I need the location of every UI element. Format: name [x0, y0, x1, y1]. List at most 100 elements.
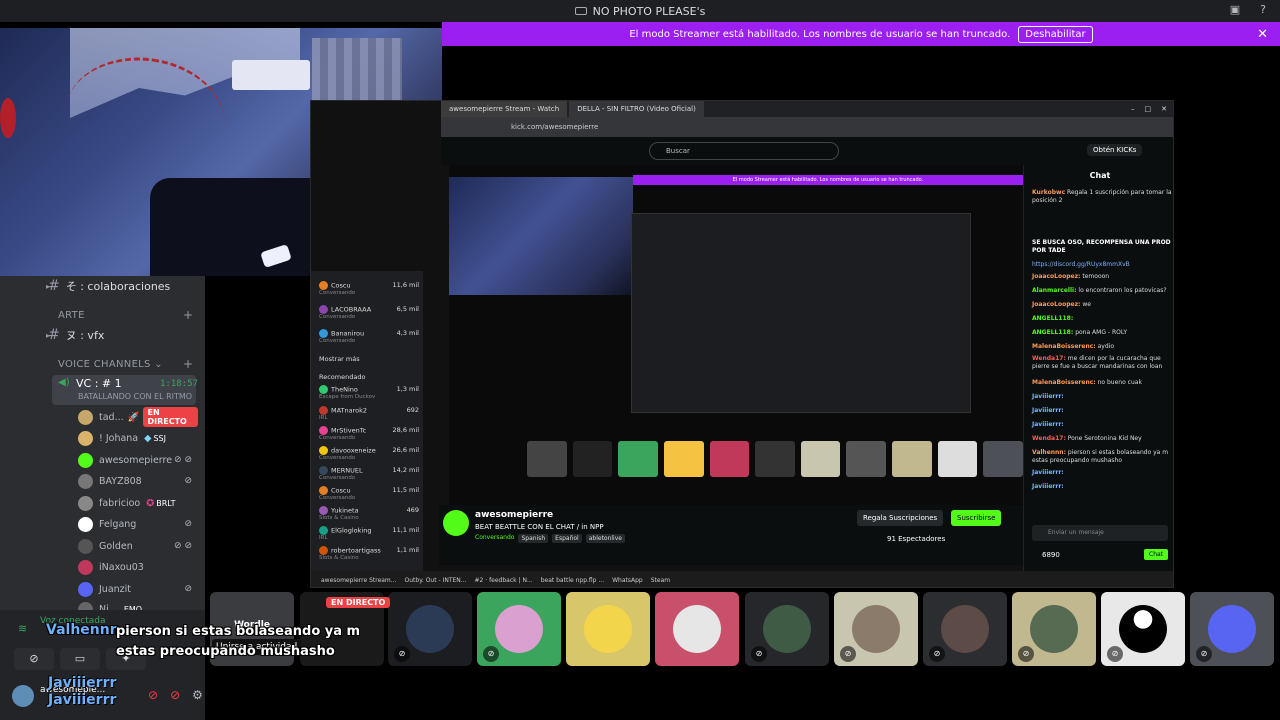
- text-channel[interactable]: ▸ # そ : colaboraciones: [46, 278, 170, 294]
- sidebar-channel[interactable]: LACOBRAAA 6,5 mil Conversando: [319, 305, 423, 320]
- voice-member[interactable]: fabricioo ✪ BRLT: [78, 494, 198, 512]
- kick-search-input[interactable]: Buscar: [649, 142, 839, 160]
- chat-message: Javiiierrr:: [1032, 407, 1064, 414]
- chat-panel: Chat Kurkobwc Regala 1 suscripción para …: [1023, 165, 1173, 571]
- muted-icon: ⊘ ⊘: [174, 541, 192, 551]
- live-badge: EN DIRECTO: [143, 407, 198, 427]
- screen-share-button[interactable]: ▭: [60, 648, 100, 670]
- chat-send-button[interactable]: Chat: [1144, 549, 1169, 560]
- show-more-link[interactable]: Mostrar más: [319, 355, 423, 363]
- avatar: [78, 581, 93, 597]
- voice-channel[interactable]: ◀) VC : # 1 1:18:57 BATALLANDO CON EL RI…: [52, 375, 198, 405]
- taskbar-item[interactable]: Outby. Out - INTEN...: [405, 577, 467, 584]
- participant-tile[interactable]: ⊘: [834, 592, 918, 666]
- participant-tile[interactable]: ⊘: [745, 592, 829, 666]
- sidebar-channel[interactable]: Coscu 11,6 mil Conversando: [319, 281, 423, 296]
- tag[interactable]: Español: [552, 534, 582, 543]
- taskbar-item[interactable]: WhatsApp: [612, 577, 643, 584]
- add-channel-icon[interactable]: +: [183, 308, 193, 322]
- sidebar-channel[interactable]: robertoartigass 1,1 mil Slots & Casino: [319, 546, 423, 561]
- close-icon[interactable]: ✕: [1161, 105, 1167, 113]
- minimize-icon[interactable]: –: [1131, 105, 1135, 113]
- participant-tile[interactable]: ⊘: [388, 592, 472, 666]
- channel-avatar[interactable]: [443, 510, 469, 536]
- tag[interactable]: Spanish: [518, 534, 549, 543]
- voice-channel-name: VC : # 1: [76, 377, 122, 390]
- subscribe-button[interactable]: Suscribirse: [951, 510, 1002, 526]
- text-channel[interactable]: ▸ # ヌ : vfx: [46, 327, 104, 343]
- windows-taskbar: awesomepierre Stream... Outby. Out - INT…: [311, 571, 1173, 587]
- chat-input[interactable]: Enviar un mensaje: [1032, 525, 1168, 541]
- user-avatar[interactable]: [12, 685, 34, 707]
- title-bar: NO PHOTO PLEASE's ▣ ?: [0, 0, 1280, 22]
- sidebar-channel[interactable]: Bananirou 4,3 mil Conversando: [319, 329, 423, 344]
- sidebar-channel[interactable]: MATnarok2 692 IRL: [319, 406, 423, 421]
- get-kicks-button[interactable]: Obtén KICKs: [1087, 144, 1143, 156]
- voice-member[interactable]: BAYZ808 ⊘: [78, 472, 198, 490]
- voice-member[interactable]: ! Johana ◆ SSJ: [78, 429, 198, 447]
- category-link[interactable]: Conversando: [475, 534, 514, 543]
- voice-member[interactable]: Golden ⊘ ⊘: [78, 537, 198, 555]
- participant-tile[interactable]: ⊘: [1101, 592, 1185, 666]
- avatar: [78, 430, 93, 446]
- sidebar-channel[interactable]: davooxeneize 26,6 mil Conversando: [319, 446, 423, 461]
- voice-member[interactable]: Felgang ⊘: [78, 515, 198, 533]
- close-icon[interactable]: ✕: [1257, 27, 1268, 42]
- sidebar-channel[interactable]: Coscu 11,5 mil Conversando: [319, 486, 423, 501]
- sidebar-channel[interactable]: ElGlogloking 11,1 mil IRL: [319, 526, 423, 541]
- browser-tab[interactable]: awesomepierre Stream - Watch: [441, 101, 568, 117]
- taskbar-item[interactable]: awesomepierre Stream...: [321, 577, 397, 584]
- muted-icon: ⊘ ⊘: [174, 455, 192, 465]
- chat-message: JoaacoLoopez: we: [1032, 301, 1091, 308]
- url-bar[interactable]: kick.com/awesomepierre: [441, 117, 1173, 137]
- chat-link[interactable]: https://discord.gg/RUyx8mmXvB: [1032, 261, 1172, 269]
- overlay-chat-user: Javiiierrr: [48, 692, 117, 708]
- sidebar-channel[interactable]: MERNUEL 14,2 mil Conversando: [319, 466, 423, 481]
- voice-member[interactable]: iNaxou03: [78, 558, 198, 576]
- add-channel-icon[interactable]: +: [183, 357, 193, 371]
- sidebar-channel[interactable]: MrStivenTc 28,6 mil Conversando: [319, 426, 423, 441]
- recommended-heading: Recomendado: [319, 373, 366, 381]
- participant-tile[interactable]: [655, 592, 739, 666]
- channel-name[interactable]: awesomepierre: [475, 510, 553, 520]
- voice-member[interactable]: tad... 🚀 EN DIRECTO: [78, 407, 198, 427]
- tag[interactable]: abletonlive: [585, 534, 625, 543]
- taskbar-item[interactable]: beat battle npp.flp ...: [541, 577, 604, 584]
- muted-icon: ⊘: [751, 646, 767, 662]
- taskbar-item[interactable]: Steam: [651, 577, 670, 584]
- voice-member[interactable]: awesomepierre ⊘ ⊘: [78, 451, 198, 469]
- sidebar-channel[interactable]: Yukineta 469 Slots & Casino: [319, 506, 423, 521]
- avatar: [78, 559, 93, 575]
- kick-sidebar: Coscu 11,6 mil Conversando LACOBRAAA 6,5 mi…: [311, 271, 423, 571]
- discord-icon: [1208, 605, 1256, 653]
- settings-icon[interactable]: ⚙: [192, 688, 203, 702]
- gift-subs-button[interactable]: Regala Suscripciones: [857, 510, 944, 526]
- chat-message: Javiiierrr:: [1032, 483, 1064, 490]
- chat-message: MalenaBoisserenc: aydio: [1032, 343, 1114, 350]
- disable-streamer-mode-button[interactable]: Deshabilitar: [1018, 25, 1093, 43]
- avatar: [1030, 605, 1078, 653]
- inbox-icon[interactable]: ▣: [1228, 3, 1242, 17]
- participant-tile[interactable]: ⊘: [923, 592, 1007, 666]
- participant-tile[interactable]: ⊘: [477, 592, 561, 666]
- taskbar-item[interactable]: #2 · feedback | N...: [475, 577, 533, 584]
- participant-tile[interactable]: ⊘: [1190, 592, 1274, 666]
- maximize-icon[interactable]: □: [1145, 105, 1152, 113]
- screen-share[interactable]: awesomepierre Stream - Watch DELLA - SIN…: [310, 100, 1174, 588]
- help-icon[interactable]: ?: [1256, 3, 1270, 17]
- sidebar-channel[interactable]: TheNino 1,3 mil Escape from Duckov: [319, 385, 423, 400]
- diamond-icon: ◆: [144, 432, 152, 444]
- category-arte[interactable]: ARTE: [58, 310, 85, 321]
- muted-icon: ⊘: [394, 646, 410, 662]
- yin-yang-icon: [1119, 605, 1167, 653]
- participant-tile[interactable]: [566, 592, 650, 666]
- mute-icon[interactable]: ⊘: [148, 688, 158, 702]
- category-voice-channels[interactable]: VOICE CHANNELS ⌄: [58, 359, 163, 370]
- deafen-icon[interactable]: ⊘: [170, 688, 180, 702]
- browser-tab[interactable]: DELLA - SIN FILTRO (Video Oficial): [569, 101, 704, 117]
- voice-member[interactable]: Juanzit ⊘: [78, 580, 198, 598]
- camera-off-button[interactable]: ⊘: [14, 648, 54, 670]
- participant-tile[interactable]: ⊘: [1012, 592, 1096, 666]
- pinned-message: SE BUSCA OSO, RECOMPENSA UNA PROD POR TA…: [1032, 239, 1171, 254]
- inner-participant-tiles: [527, 441, 1024, 477]
